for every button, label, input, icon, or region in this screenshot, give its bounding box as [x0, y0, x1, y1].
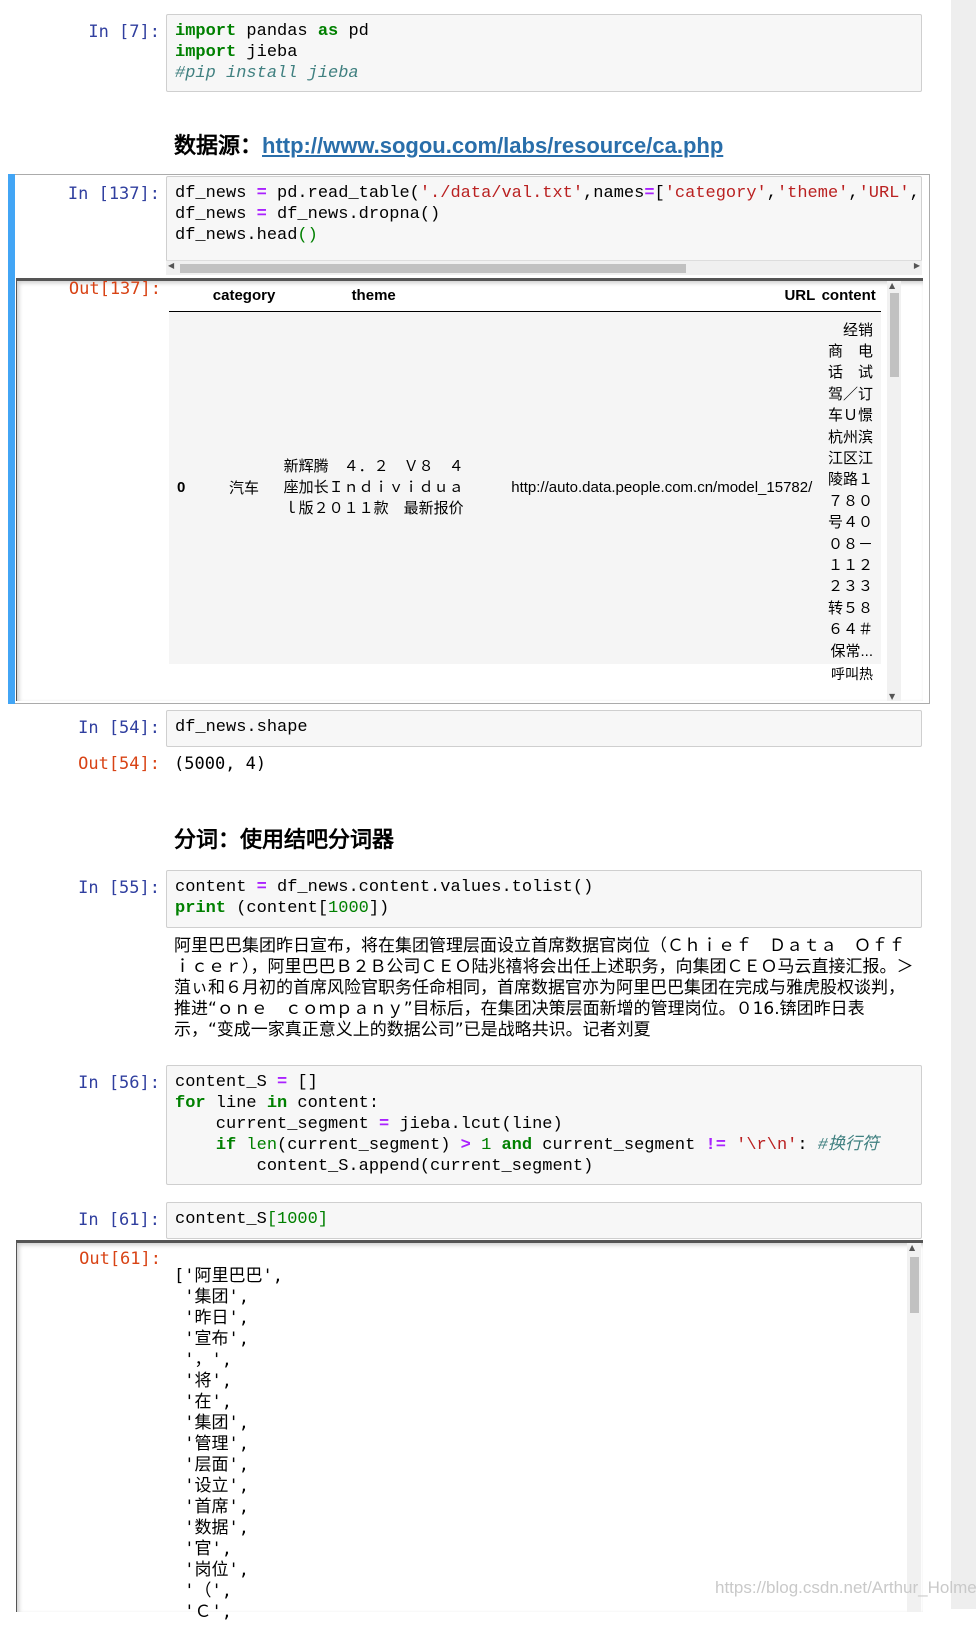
content-line: ７８０: [827, 492, 873, 510]
scroll-up-arrow-icon[interactable]: ▲: [889, 281, 895, 290]
content-line: 杭州滨: [827, 428, 873, 446]
list-item: '官',: [174, 1539, 232, 1559]
list-item: '岗位',: [174, 1560, 249, 1580]
list-item: '集团',: [174, 1287, 249, 1307]
scroll-down-arrow-icon[interactable]: ▼: [889, 692, 895, 701]
content-line: 陵路１: [827, 471, 873, 489]
list-item: ['阿里巴巴',: [174, 1266, 283, 1286]
content-line: 江区江: [827, 449, 873, 467]
list-item: '管理',: [174, 1434, 249, 1454]
table-row: 呼叫热: [169, 664, 881, 684]
cell-7-prompt: In [7]:: [88, 22, 160, 42]
cell-137-out-prompt: Out[137]:: [68, 279, 161, 299]
content-line: 商 电: [827, 342, 873, 360]
cell-category: 汽车: [229, 480, 260, 498]
segmentation-heading: 分词：使用结吧分词器: [174, 828, 395, 853]
content-line: ２３３: [827, 578, 873, 596]
content-line: 话 试: [827, 364, 873, 382]
content-line: 号４０: [827, 514, 873, 532]
code-horizontal-scrollbar[interactable]: ◀ ▶: [166, 260, 922, 275]
theme-line: ｌ版２０１１款 最新报价: [283, 500, 464, 518]
list-item: '层面',: [174, 1455, 249, 1475]
cell-54-prompt: In [54]:: [78, 718, 160, 738]
list-item: 'Ｃ',: [174, 1602, 232, 1622]
data-source-label: 数据源：: [174, 134, 263, 159]
content-line: ６４＃: [827, 621, 873, 639]
cell-61-list-output: ['阿里巴巴', '集团', '昨日', '宣布', '，', '将', '在'…: [174, 1245, 283, 1644]
page-right-gutter: [951, 0, 976, 1609]
vertical-scroll-thumb[interactable]: [910, 1257, 919, 1313]
column-header-category: category: [212, 287, 276, 305]
cell-61-output-area: Out[61]: ▲: [16, 1240, 923, 1612]
output-61-vertical-scrollbar[interactable]: ▲: [907, 1243, 921, 1612]
table-row: 0 汽车 新辉腾 ４．２ Ｖ８ ４ 座加长Ｉｎｄｉｖｉｄｕａ ｌ版２０１１款 最…: [169, 311, 881, 664]
cell-content: 经销 商 电 话 试 驾／订 车Ｕ憬 杭州滨 江区江 陵路１ ７８０ 号４０ ０…: [816, 311, 881, 664]
cell-61-code-editor[interactable]: content_S[1000]: [166, 1202, 922, 1239]
data-source-heading: 数据源：http://www.sogou.com/labs/resource/c…: [174, 128, 723, 160]
list-item: '宣布',: [174, 1329, 249, 1349]
cell-theme: 新辉腾 ４．２ Ｖ８ ４ 座加长Ｉｎｄｉｖｉｄｕａ ｌ版２０１１款 最新报价: [277, 311, 471, 664]
vertical-scroll-thumb[interactable]: [890, 293, 899, 377]
content-line: 转５８: [827, 599, 873, 617]
cell-137-output-area: Out[137]: category theme URL content 0 汽…: [16, 278, 923, 701]
cell-55-stdout: 阿里巴巴集团昨日宣布，将在集团管理层面设立首席数据官岗位（Ｃｈｉｅｆ Ｄａｔａ …: [174, 936, 914, 1040]
cell-54-code[interactable]: df_news.shape: [167, 711, 921, 744]
content-line: 车Ｕ憬: [827, 407, 873, 425]
cell-61-prompt: In [61]:: [78, 1210, 160, 1230]
data-source-link[interactable]: http://www.sogou.com/labs/resource/ca.ph…: [262, 133, 723, 158]
selected-cell-indicator: [8, 174, 15, 704]
cell-54-output: (5000, 4): [174, 754, 267, 774]
list-item: '（',: [174, 1581, 232, 1601]
list-item: '首席',: [174, 1497, 249, 1517]
content-line: １１２: [827, 556, 873, 574]
list-item: '昨日',: [174, 1308, 249, 1328]
watermark: https://blog.csdn.net/Arthur_Holmes: [715, 1578, 976, 1597]
row-index: 0: [177, 479, 186, 497]
cell-54-out-prompt: Out[54]:: [78, 754, 160, 774]
scroll-left-arrow-icon[interactable]: ◀: [168, 261, 174, 270]
column-header-content: content: [821, 287, 876, 305]
list-item: '设立',: [174, 1476, 249, 1496]
list-item: '数据',: [174, 1518, 249, 1538]
cell-54-code-editor[interactable]: df_news.shape: [166, 710, 922, 747]
cell-56-prompt: In [56]:: [78, 1073, 160, 1093]
content-line: 经销: [842, 321, 873, 339]
cell-56-code-editor[interactable]: content_S = [] for line in content: curr…: [166, 1065, 922, 1185]
column-header-url: URL: [784, 287, 816, 305]
content-line: 驾／订: [827, 385, 873, 403]
cell-55-code-editor[interactable]: content = df_news.content.values.tolist(…: [166, 870, 922, 928]
cell-137-prompt: In [137]:: [67, 184, 160, 204]
content-line: 保常...: [830, 642, 873, 660]
cell-61-out-prompt: Out[61]:: [79, 1249, 161, 1269]
cell-55-prompt: In [55]:: [78, 878, 160, 898]
theme-line: 座加长Ｉｎｄｉｖｉｄｕａ: [283, 479, 464, 497]
scroll-up-arrow-icon[interactable]: ▲: [909, 1243, 915, 1252]
content-line: ０８－: [827, 535, 873, 553]
horizontal-scroll-thumb[interactable]: [180, 264, 686, 273]
list-item: '将',: [174, 1371, 232, 1391]
scroll-right-arrow-icon[interactable]: ▶: [914, 261, 920, 270]
column-header-theme: theme: [351, 287, 396, 305]
list-item: '集团',: [174, 1413, 249, 1433]
list-item: '在',: [174, 1392, 232, 1412]
output-vertical-scrollbar[interactable]: ▲ ▼: [887, 281, 901, 701]
dataframe-table: category theme URL content 0 汽车 新辉腾 ４．２ …: [169, 281, 881, 684]
cell-content-next: 呼叫热: [831, 666, 873, 682]
cell-url: http://auto.data.people.com.cn/model_157…: [511, 479, 813, 497]
list-item: '，',: [174, 1350, 232, 1370]
theme-line: 新辉腾 ４．２ Ｖ８ ４: [283, 458, 464, 476]
cell-7-code-editor[interactable]: import pandas as pd import jieba #pip in…: [166, 14, 922, 92]
